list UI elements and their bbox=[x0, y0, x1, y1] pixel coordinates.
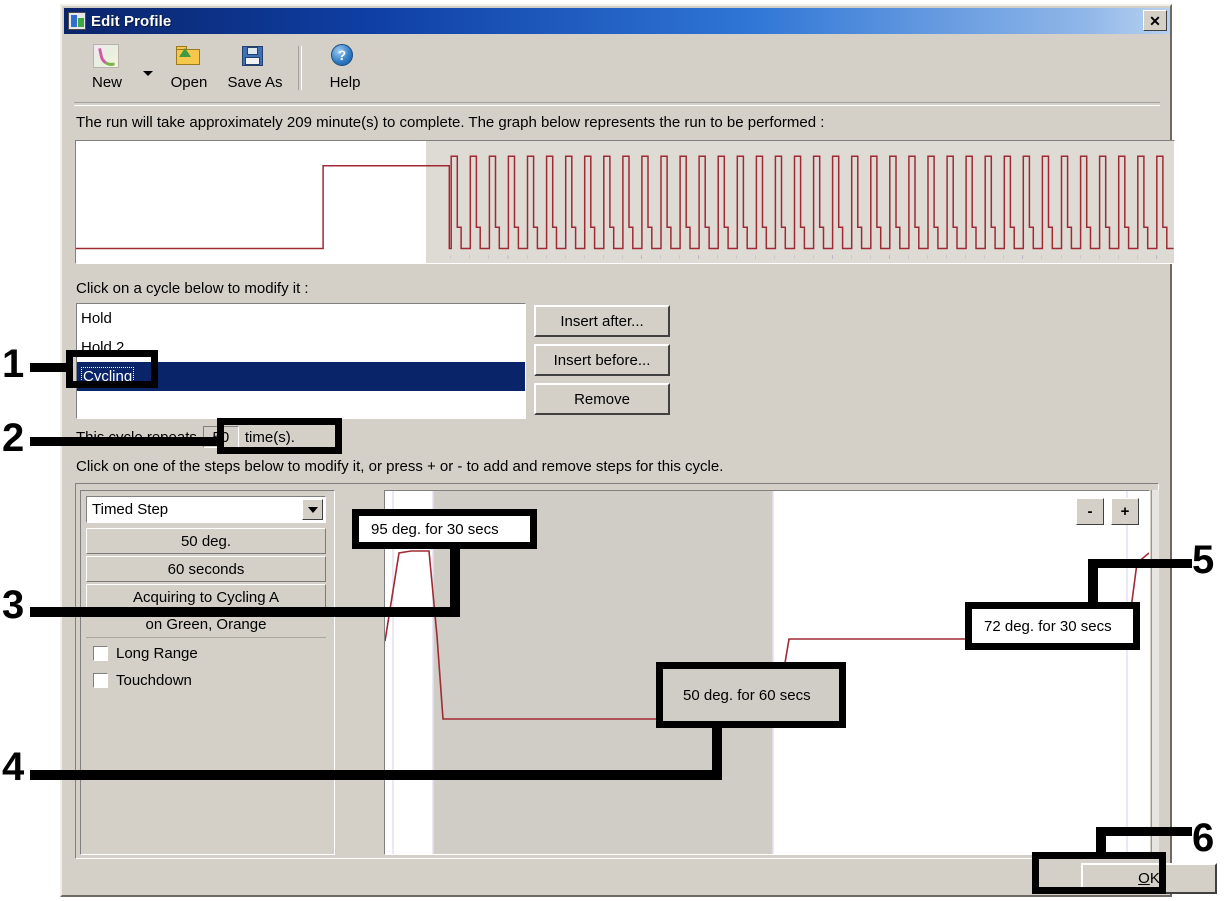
detail-graph-scrollbar[interactable] bbox=[1151, 490, 1159, 855]
toolbar-separator bbox=[298, 46, 302, 90]
save-floppy-icon bbox=[241, 44, 269, 70]
cycle-list-item-hold[interactable]: Hold bbox=[77, 304, 525, 333]
run-description: The run will take approximately 209 minu… bbox=[76, 114, 825, 131]
save-as-button[interactable]: Save As bbox=[222, 38, 288, 96]
annotation-callout-50deg: 50 deg. for 60 secs bbox=[656, 662, 846, 728]
annotation-leader-2 bbox=[30, 437, 220, 446]
annotation-box-repeats bbox=[217, 418, 342, 454]
run-overview-graph[interactable] bbox=[75, 140, 1175, 264]
annotation-callout-95deg: 95 deg. for 30 secs bbox=[352, 509, 537, 549]
annotation-number-4: 4 bbox=[2, 745, 25, 789]
toolbar: New Open Save As ? Help bbox=[74, 38, 1160, 100]
save-as-button-label: Save As bbox=[227, 74, 283, 91]
annotation-callout-72deg: 72 deg. for 30 secs bbox=[965, 602, 1140, 650]
chevron-down-icon bbox=[143, 70, 153, 76]
touchdown-label: Touchdown bbox=[116, 672, 192, 689]
open-folder-icon bbox=[175, 44, 203, 70]
window-title: Edit Profile bbox=[91, 12, 172, 30]
annotation-callout-72deg-text: 72 deg. for 30 secs bbox=[984, 617, 1112, 635]
annotation-leader-3b bbox=[450, 538, 460, 617]
open-button-label: Open bbox=[170, 74, 208, 91]
help-question-icon: ? bbox=[331, 44, 359, 70]
annotation-leader-4a bbox=[30, 770, 722, 780]
annotation-box-ok bbox=[1032, 852, 1166, 894]
annotation-leader-3a bbox=[30, 607, 460, 617]
annotation-number-2: 2 bbox=[2, 416, 25, 460]
close-icon[interactable]: ✕ bbox=[1143, 10, 1167, 31]
annotation-leader-5a bbox=[1088, 559, 1192, 568]
remove-button[interactable]: Remove bbox=[534, 383, 670, 415]
checkbox-icon[interactable] bbox=[93, 646, 108, 661]
checkbox-icon[interactable] bbox=[93, 673, 108, 688]
help-button[interactable]: ? Help bbox=[312, 38, 378, 96]
annotation-number-3: 3 bbox=[2, 583, 25, 627]
annotation-box-cycling bbox=[66, 350, 158, 388]
step-temperature-button[interactable]: 50 deg. bbox=[86, 528, 326, 554]
step-type-select[interactable]: Timed Step bbox=[86, 496, 326, 523]
annotation-callout-50deg-text: 50 deg. for 60 secs bbox=[683, 686, 811, 704]
cycle-label: Hold bbox=[81, 310, 112, 327]
chevron-down-icon[interactable] bbox=[302, 499, 323, 520]
zoom-in-button[interactable]: + bbox=[1111, 498, 1139, 525]
long-range-label: Long Range bbox=[116, 645, 198, 662]
open-button[interactable]: Open bbox=[156, 38, 222, 96]
touchdown-checkbox[interactable]: Touchdown bbox=[93, 672, 192, 689]
insert-before-button[interactable]: Insert before... bbox=[534, 344, 670, 376]
long-range-checkbox[interactable]: Long Range bbox=[93, 645, 198, 662]
new-button-label: New bbox=[91, 74, 122, 91]
run-overview-plot bbox=[76, 141, 1174, 263]
profile-icon bbox=[68, 12, 86, 30]
step-list-prompt: Click on one of the steps below to modif… bbox=[76, 458, 724, 475]
annotation-leader-6a bbox=[1096, 827, 1192, 836]
toolbar-divider bbox=[74, 102, 1160, 106]
cycle-list-prompt: Click on a cycle below to modify it : bbox=[76, 280, 309, 297]
annotation-number-5: 5 bbox=[1192, 538, 1215, 582]
annotation-leader-4b bbox=[712, 723, 722, 780]
new-profile-icon bbox=[93, 44, 121, 70]
step-properties-panel: Timed Step 50 deg. 60 seconds Acquiring … bbox=[80, 490, 335, 855]
annotation-callout-95deg-text: 95 deg. for 30 secs bbox=[371, 520, 499, 538]
step-duration-button[interactable]: 60 seconds bbox=[86, 556, 326, 582]
help-button-label: Help bbox=[329, 74, 361, 91]
annotation-number-1: 1 bbox=[2, 342, 25, 386]
new-button[interactable]: New bbox=[74, 38, 140, 96]
annotation-number-6: 6 bbox=[1192, 816, 1215, 860]
new-dropdown-button[interactable] bbox=[140, 38, 156, 96]
zoom-out-button[interactable]: - bbox=[1076, 498, 1104, 525]
insert-after-button[interactable]: Insert after... bbox=[534, 305, 670, 337]
step-type-value: Timed Step bbox=[92, 501, 169, 518]
screenshot-root: Edit Profile ✕ New Open Save As ? Help T… bbox=[0, 0, 1226, 901]
window-titlebar[interactable]: Edit Profile ✕ bbox=[64, 8, 1170, 34]
